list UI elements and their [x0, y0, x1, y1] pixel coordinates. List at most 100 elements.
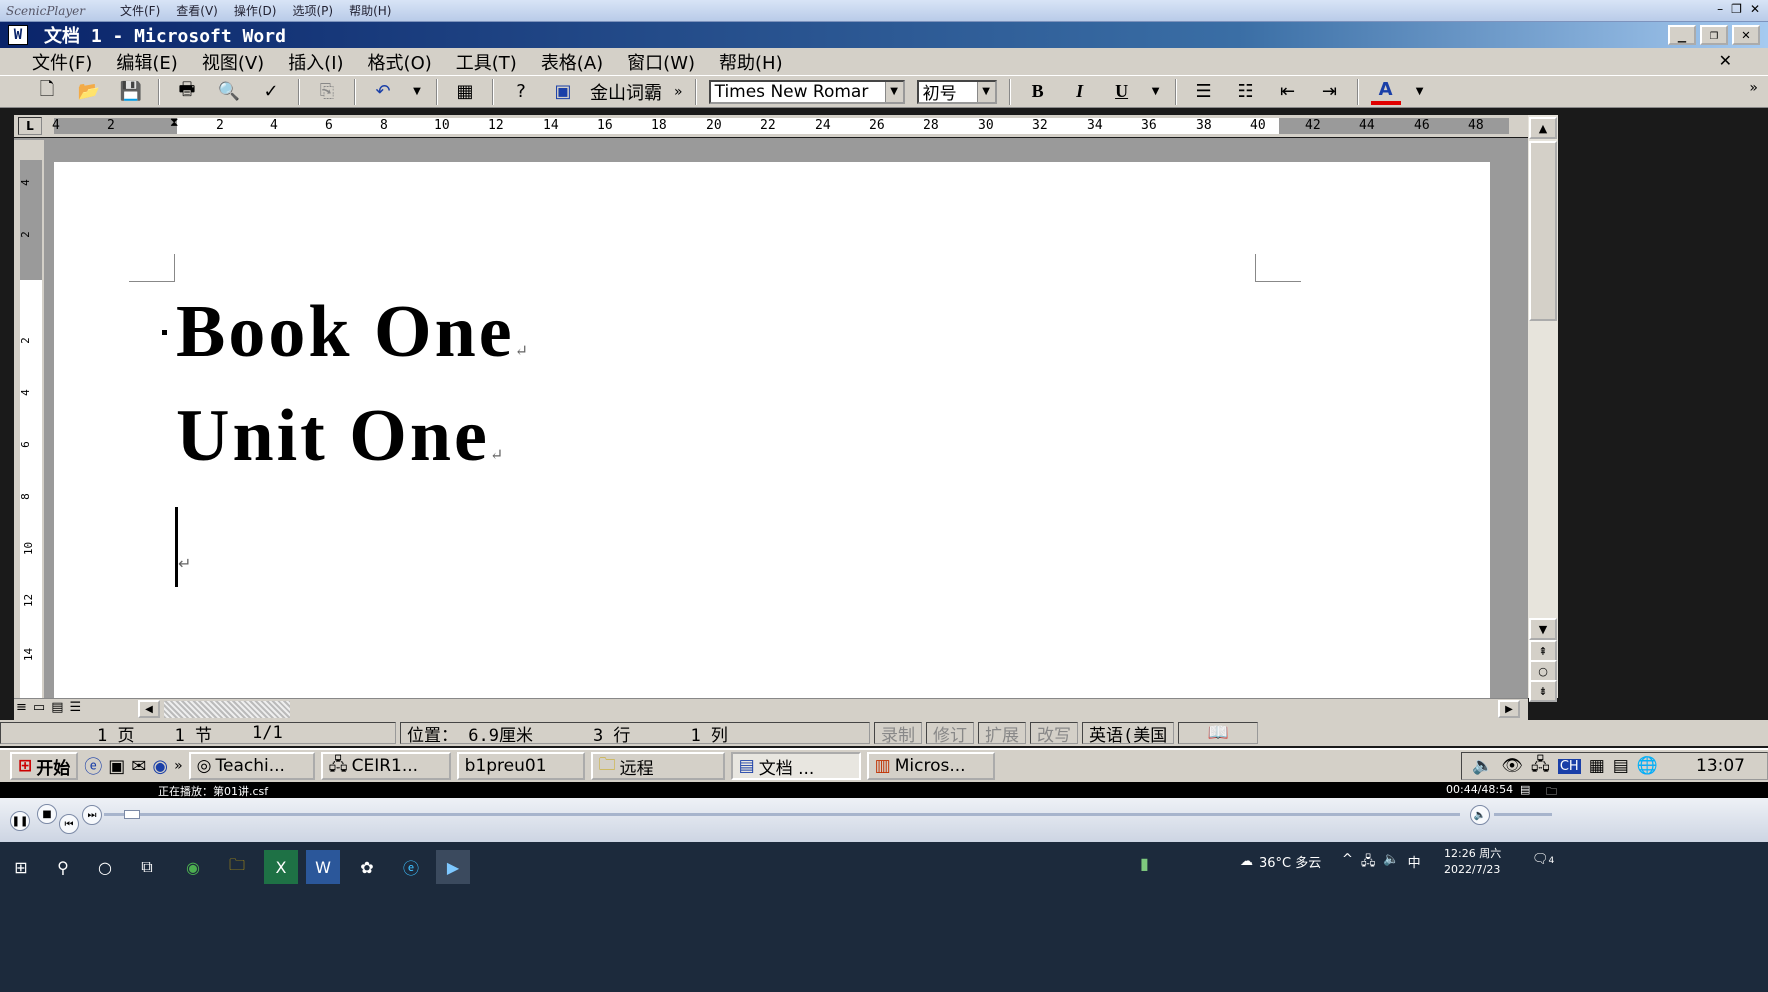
chevron-up-icon[interactable]: ^: [1342, 852, 1353, 874]
font-name-select[interactable]: Times New Romar ▼: [708, 79, 905, 104]
horizontal-ruler[interactable]: L ⧗ 4 2 2 4 6 8 10 12 14 16 18 20 22 24 26 28 30 32 34 36 38…: [14, 115, 1528, 137]
search-icon[interactable]: ⚲: [46, 850, 80, 884]
vertical-scrollbar[interactable]: ▲ ▼ ⇞ ○ ⇟: [1528, 115, 1558, 702]
doc-close-icon[interactable]: ✕: [1719, 51, 1732, 70]
player-info-icon[interactable]: ▤: [1520, 783, 1530, 796]
ie-icon[interactable]: ⓔ: [84, 753, 102, 779]
word-taskbar-icon[interactable]: W: [306, 850, 340, 884]
font-color-icon[interactable]: A: [1370, 79, 1401, 105]
battery-icon[interactable]: ▮: [1140, 854, 1149, 873]
undo-icon[interactable]: ↶: [368, 79, 398, 105]
spelling-status-icon[interactable]: 📖: [1178, 722, 1259, 744]
prev-track-icon[interactable]: ⏮: [59, 814, 79, 834]
task-view-icon[interactable]: ⧉: [130, 850, 164, 884]
restore-button[interactable]: ❐: [1700, 25, 1728, 45]
weather-widget[interactable]: ☁ 36°C 多云: [1240, 852, 1321, 871]
toolbar-more-icon[interactable]: »: [1749, 80, 1758, 96]
menu-tools[interactable]: 工具(T): [456, 49, 517, 75]
toolbar-more-icon[interactable]: »: [674, 84, 683, 100]
task-powerpoint[interactable]: ▥ Micros...: [866, 752, 995, 780]
outlook-icon[interactable]: ✉: [131, 756, 146, 777]
hscroll-track[interactable]: [164, 701, 290, 718]
status-trk[interactable]: 修订: [926, 722, 974, 746]
font-size-select[interactable]: 初号 ▼: [916, 79, 997, 104]
scroll-down-icon[interactable]: ▼: [1529, 618, 1557, 640]
next-track-icon[interactable]: ⏭: [82, 805, 102, 825]
spelling-icon[interactable]: ✓: [256, 79, 286, 105]
file-explorer-icon[interactable]: 🗀: [220, 850, 254, 884]
player-menu-view[interactable]: 查看(V): [176, 2, 218, 19]
help-icon[interactable]: ?: [506, 79, 536, 105]
status-language[interactable]: 英语(美国: [1082, 722, 1175, 746]
status-rec[interactable]: 录制: [874, 722, 922, 746]
menu-help[interactable]: 帮助(H): [719, 49, 783, 75]
ime-icon[interactable]: CH: [1557, 758, 1581, 774]
undo-dropdown-icon[interactable]: ▼: [410, 79, 424, 105]
bold-button[interactable]: B: [1023, 79, 1053, 105]
quicklaunch-more-icon[interactable]: »: [174, 758, 183, 774]
save-icon[interactable]: 💾: [116, 79, 146, 105]
close-button[interactable]: ✕: [1732, 25, 1760, 45]
cortana-icon[interactable]: ○: [88, 850, 122, 884]
player-menu-file[interactable]: 文件(F): [120, 2, 160, 19]
kingsoft-icon[interactable]: ▣: [548, 79, 578, 105]
outline-view-icon[interactable]: ☰: [70, 700, 82, 715]
minimize-icon[interactable]: –: [1717, 2, 1723, 16]
scroll-up-icon[interactable]: ▲: [1529, 117, 1557, 139]
chart-icon[interactable]: ▦: [1589, 756, 1605, 776]
globe-icon[interactable]: 🌐: [1637, 756, 1658, 776]
windows-start-icon[interactable]: ⊞: [4, 850, 38, 884]
menu-edit[interactable]: 编辑(E): [116, 49, 177, 75]
eye-icon[interactable]: 👁: [1501, 756, 1523, 776]
status-ovr[interactable]: 改写: [1030, 722, 1078, 746]
app-icon[interactable]: ✿: [350, 850, 384, 884]
underline-button[interactable]: U: [1107, 79, 1137, 105]
scroll-thumb[interactable]: [1529, 141, 1557, 321]
increase-indent-icon[interactable]: ⇥: [1315, 79, 1345, 105]
volume-icon[interactable]: 🔈: [1383, 852, 1399, 874]
menu-view[interactable]: 视图(V): [202, 49, 264, 75]
vertical-ruler[interactable]: 4 2 2 4 6 8 10 12 14: [14, 140, 44, 698]
kingsoft-label[interactable]: 金山词霸: [590, 79, 662, 105]
display-icon[interactable]: ▤: [1613, 756, 1629, 776]
font-color-dropdown-icon[interactable]: ▼: [1413, 79, 1427, 105]
network-icon[interactable]: 🖧: [1531, 752, 1550, 781]
task-ceir[interactable]: 🖧 CEIR1...: [320, 752, 451, 780]
volume-icon[interactable]: 🔈: [1472, 756, 1493, 776]
browser-360-icon[interactable]: ◉: [176, 850, 210, 884]
numbered-list-icon[interactable]: ☰: [1189, 79, 1219, 105]
word-app-icon[interactable]: W: [8, 25, 28, 45]
task-b1preu01[interactable]: b1preu01: [456, 752, 585, 780]
bullet-list-icon[interactable]: ☷: [1231, 79, 1261, 105]
menu-insert[interactable]: 插入(I): [288, 49, 343, 75]
task-remote[interactable]: 🗀 远程: [590, 752, 725, 780]
desktop-icon[interactable]: ▣: [108, 756, 125, 777]
pause-icon[interactable]: ❚❚: [10, 811, 30, 831]
excel-icon[interactable]: X: [264, 850, 298, 884]
print-icon[interactable]: 🖶: [172, 79, 202, 105]
edge-browser-icon[interactable]: ⓔ: [394, 850, 428, 884]
insert-table-icon[interactable]: ▦: [450, 79, 480, 105]
player-taskbar-icon[interactable]: ▶: [436, 850, 470, 884]
volume-slider[interactable]: [1494, 813, 1552, 816]
close-icon[interactable]: ✕: [1750, 2, 1760, 16]
win10-clock[interactable]: 12:26 周六 2022/7/23: [1444, 846, 1501, 878]
open-folder-icon[interactable]: 📂: [74, 79, 104, 105]
player-menu-help[interactable]: 帮助(H): [349, 2, 391, 19]
task-word-document[interactable]: ▤ 文档 ...: [730, 752, 861, 780]
document-page[interactable]: Book One↵ Unit One↵ ↵: [54, 162, 1490, 698]
chevron-down-icon[interactable]: ▼: [884, 81, 903, 102]
prev-page-icon[interactable]: ⇞: [1529, 640, 1557, 662]
browse-object-icon[interactable]: ○: [1529, 660, 1557, 682]
horizontal-scrollbar[interactable]: ≡ ▭ ▤ ☰ ◀ ▶: [14, 698, 1528, 720]
start-button[interactable]: ⊞ 开始: [10, 752, 79, 780]
seek-thumb[interactable]: [124, 810, 140, 819]
normal-view-icon[interactable]: ≡: [16, 700, 27, 715]
status-ext[interactable]: 扩展: [978, 722, 1026, 746]
page-view-icon[interactable]: ▤: [51, 700, 63, 715]
underline-dropdown-icon[interactable]: ▼: [1149, 79, 1163, 105]
doc-line-2[interactable]: Unit One↵: [176, 394, 506, 484]
print-preview-icon[interactable]: 🔍: [214, 79, 244, 105]
seek-bar[interactable]: [104, 813, 1460, 816]
indent-marker-icon[interactable]: ⧗: [170, 115, 184, 137]
